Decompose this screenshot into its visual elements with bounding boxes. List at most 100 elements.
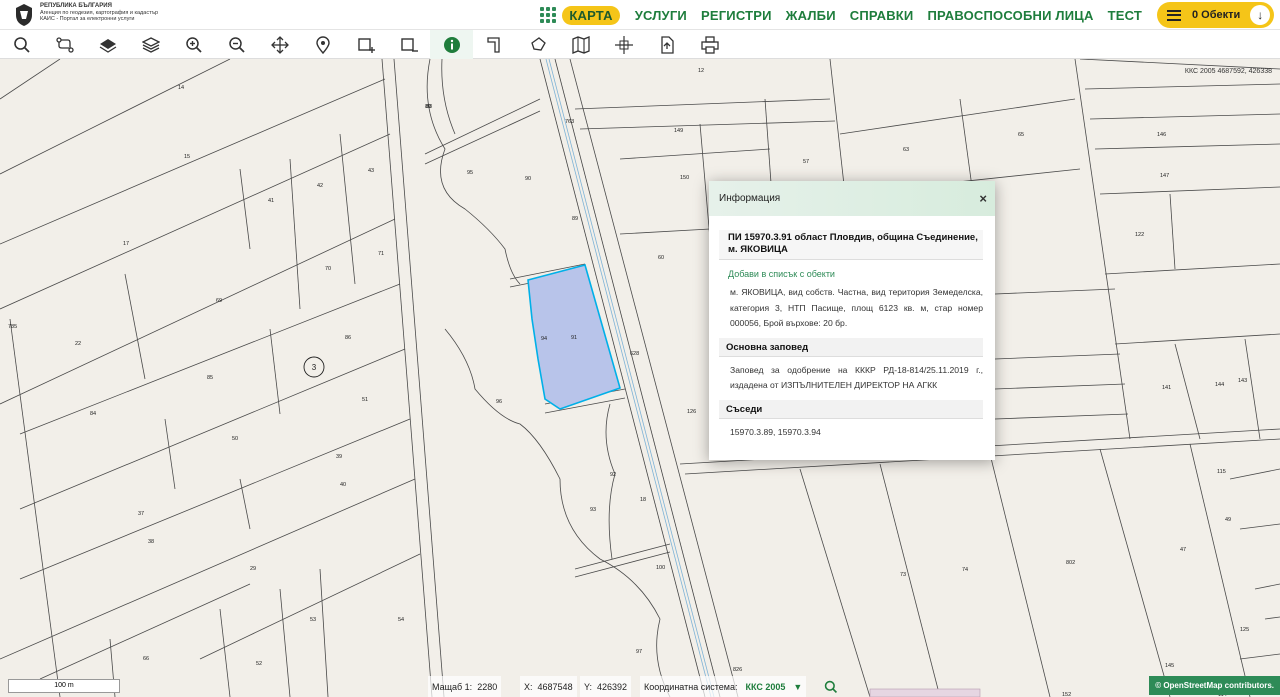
nav-uslugi[interactable]: УСЛУГИ <box>635 8 687 23</box>
parcel-number-label: 41 <box>268 198 274 204</box>
scale-bar: 100 m <box>8 679 120 693</box>
map-canvas[interactable]: 3 12 14 15 17 18 22 29 37 38 39 40 41 42… <box>0 59 1280 697</box>
info-popup: Информация × ПИ 15970.3.91 област Пловди… <box>709 181 995 460</box>
parcel-number-label: 52 <box>256 661 262 667</box>
parcel-title: ПИ 15970.3.91 област Пловдив, община Съе… <box>719 230 983 260</box>
parcel-number-label: 15 <box>184 154 190 160</box>
parcel-number-label: 40 <box>340 482 346 488</box>
info-icon[interactable] <box>430 30 473 59</box>
parcel-number-label: 145 <box>1165 663 1174 669</box>
cadastral-map[interactable]: 3 12 14 15 17 18 22 29 37 38 39 40 41 42… <box>0 59 1280 697</box>
logo-text: РЕПУБЛИКА БЪЛГАРИЯ Агенция по геодезия, … <box>40 3 158 23</box>
parcel-number-label: 763 <box>565 119 574 125</box>
layers-alt-icon[interactable] <box>129 30 172 59</box>
main-nav: КАРТА УСЛУГИ РЕГИСТРИ ЖАЛБИ СПРАВКИ ПРАВ… <box>540 0 1280 30</box>
nav-test[interactable]: ТЕСТ <box>1108 8 1142 23</box>
parcel-number-label: 92 <box>610 472 616 478</box>
parcel-number-label: 85 <box>207 375 213 381</box>
parcel-number-label: 14 <box>178 85 184 91</box>
parcel-number-label: 66 <box>143 656 149 662</box>
crs-selector[interactable]: Координатна система: ККС 2005 ▼ <box>640 676 807 697</box>
close-icon[interactable]: × <box>979 191 987 206</box>
logo-line-3: КАИС - Портал за електронни услуги <box>40 16 135 22</box>
nav-zhalbi[interactable]: ЖАЛБИ <box>786 8 836 23</box>
layers-icon[interactable] <box>86 30 129 59</box>
parcel-number-label: 60 <box>658 255 664 261</box>
map-coordinate-readout: ККС 2005 4687592, 426338 <box>1184 68 1272 75</box>
parcel-number-label: 146 <box>1157 132 1166 138</box>
parcel-number-label: 86 <box>345 335 351 341</box>
objects-count: 0 Обекти <box>1192 9 1241 21</box>
parcel-number-label: 100 <box>656 565 665 571</box>
crs-search-icon[interactable] <box>822 676 840 697</box>
coat-of-arms-logo[interactable] <box>12 3 36 27</box>
parcel-number-label: 74 <box>962 567 968 573</box>
app-header: РЕПУБЛИКА БЪЛГАРИЯ Агенция по геодезия, … <box>0 0 1280 30</box>
parcel-number-label: 12 <box>698 68 704 74</box>
arrow-down-icon: ↓ <box>1250 5 1271 25</box>
location-pin-icon[interactable] <box>301 30 344 59</box>
order-text: Заповед за одобрение на КККР РД-18-814/2… <box>730 364 983 391</box>
parcel-number-label: 84 <box>90 411 96 417</box>
parcel-number-label: 22 <box>75 341 81 347</box>
parcel-description: м. ЯКОВИЦА, вид собств. Частна, вид тери… <box>730 287 983 328</box>
nav-spravki[interactable]: СПРАВКИ <box>850 8 914 23</box>
parcel-number-label: 53 <box>310 617 316 623</box>
parcel-number-label: 150 <box>680 175 689 181</box>
parcel-number-label: 88 <box>426 104 432 110</box>
add-to-list-link[interactable]: Добави в списък с обекти <box>728 269 983 279</box>
parcel-number-label: 93 <box>590 507 596 513</box>
parcel-number-label: 94 <box>541 336 547 342</box>
pan-icon[interactable] <box>258 30 301 59</box>
print-icon[interactable] <box>688 30 731 59</box>
y-label: Y: <box>584 681 593 692</box>
crosshair-icon[interactable] <box>602 30 645 59</box>
route-icon[interactable] <box>43 30 86 59</box>
search-icon[interactable] <box>0 30 43 59</box>
measure-icon[interactable] <box>473 30 516 59</box>
parcel-number-label: 29 <box>250 566 256 572</box>
osm-attribution[interactable]: © OpenStreetMap contributors. <box>1149 676 1280 695</box>
parcel-number-label: 51 <box>362 397 368 403</box>
parcel-number-label: 71 <box>378 251 384 257</box>
parcel-number-label: 47 <box>1180 547 1186 553</box>
parcel-number-label: 628 <box>630 351 639 357</box>
nav-registri[interactable]: РЕГИСТРИ <box>701 8 772 23</box>
parcel-number-label: 65 <box>1018 132 1024 138</box>
objects-button[interactable]: 0 Обекти ↓ <box>1157 2 1274 28</box>
scale-value: 2280 <box>477 681 498 692</box>
order-heading: Основна заповед <box>719 337 983 357</box>
parcel-number-label: 147 <box>1160 173 1169 179</box>
parcel-number-label: 43 <box>368 168 374 174</box>
parcel-number-label: 785 <box>8 324 17 330</box>
menu-icon <box>1167 9 1181 21</box>
apps-grid-icon[interactable] <box>540 7 557 23</box>
map-icon[interactable] <box>559 30 602 59</box>
scale-readout: Мащаб 1: 2280 <box>428 676 502 697</box>
parcel-number-label: 70 <box>325 266 331 272</box>
crs-label: Координатна система: <box>644 681 738 692</box>
caret-down-icon: ▼ <box>793 681 803 692</box>
scale-label: Мащаб 1: <box>432 681 473 692</box>
neighbors-heading: Съседи <box>719 399 983 419</box>
status-bar: 100 m Мащаб 1: 2280 X: 4687548 Y: 426392… <box>0 676 1280 697</box>
nav-pravosposobni-lica[interactable]: ПРАВОСПОСОБНИ ЛИЦА <box>927 8 1093 23</box>
parcel-number-label: 49 <box>1225 517 1231 523</box>
zoom-out-icon[interactable] <box>215 30 258 59</box>
parcel-number-label: 122 <box>1135 232 1144 238</box>
parcel-number-label: 39 <box>336 454 342 460</box>
parcel-number-label: 63 <box>903 147 909 153</box>
draw-polygon-icon[interactable] <box>516 30 559 59</box>
x-label: X: <box>524 681 533 692</box>
parcel-number-label: 54 <box>398 617 404 623</box>
select-remove-icon[interactable] <box>387 30 430 59</box>
select-add-icon[interactable] <box>344 30 387 59</box>
parcel-number-label: 57 <box>803 159 809 165</box>
zoom-in-icon[interactable] <box>172 30 215 59</box>
parcel-number-label: 38 <box>148 539 154 545</box>
x-readout: X: 4687548 <box>520 676 577 697</box>
nav-karta[interactable]: КАРТА <box>562 5 620 25</box>
export-icon[interactable] <box>645 30 688 59</box>
parcel-number-label: 141 <box>1162 385 1171 391</box>
parcel-number-label: 125 <box>1240 627 1249 633</box>
